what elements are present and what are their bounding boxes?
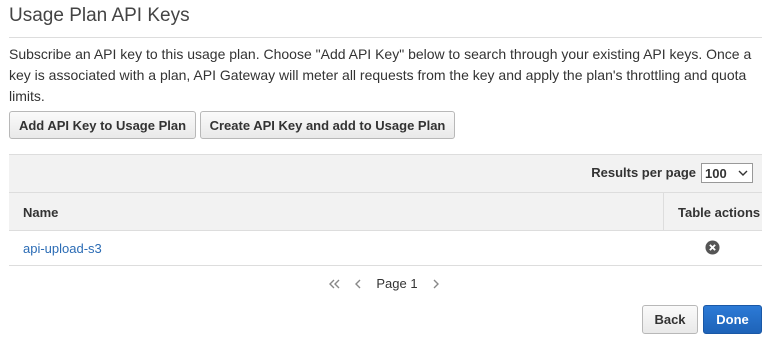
table-header: Name Table actions <box>9 193 762 231</box>
table-row: api-upload-s3 <box>9 231 762 265</box>
title-divider <box>9 37 762 38</box>
remove-circle-icon[interactable] <box>705 240 720 255</box>
api-keys-table: Results per page 100 Name Table actions … <box>9 154 762 266</box>
page-indicator: Page 1 <box>376 276 418 291</box>
chevron-left-icon <box>355 279 361 288</box>
next-page-button[interactable] <box>432 279 439 289</box>
section-title: Usage Plan API Keys <box>9 5 190 26</box>
chevron-down-icon <box>738 170 748 176</box>
results-bar: Results per page 100 <box>9 155 762 193</box>
results-per-page-select[interactable]: 100 <box>701 163 753 183</box>
create-api-key-button[interactable]: Create API Key and add to Usage Plan <box>200 111 455 139</box>
results-per-page-label: Results per page <box>591 165 696 180</box>
double-chevron-left-icon <box>329 279 340 288</box>
column-header-name[interactable]: Name <box>23 205 58 220</box>
done-button[interactable]: Done <box>703 305 762 334</box>
results-per-page-value: 100 <box>705 165 727 181</box>
chevron-right-icon <box>433 279 439 288</box>
add-api-key-button[interactable]: Add API Key to Usage Plan <box>9 111 196 139</box>
section-description: Subscribe an API key to this usage plan.… <box>9 46 752 104</box>
pagination: Page 1 <box>0 276 768 296</box>
column-header-actions: Table actions <box>678 205 761 220</box>
first-page-button[interactable] <box>329 279 341 289</box>
api-key-link[interactable]: api-upload-s3 <box>23 241 102 256</box>
previous-page-button[interactable] <box>355 279 362 289</box>
back-button[interactable]: Back <box>642 305 698 334</box>
column-divider <box>663 193 664 230</box>
